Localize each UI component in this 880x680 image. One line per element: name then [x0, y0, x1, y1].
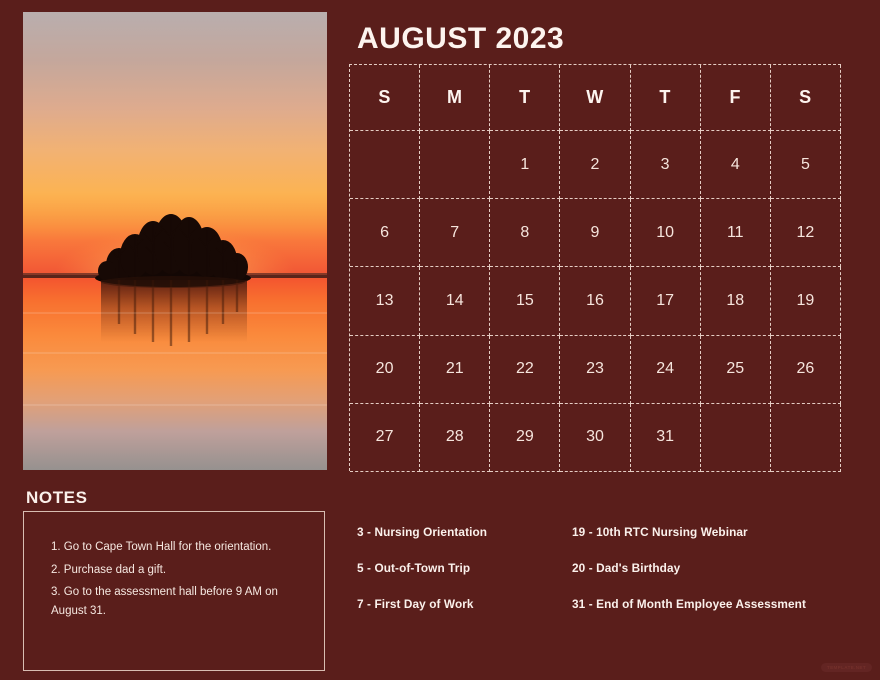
day-header-saturday: S: [770, 65, 841, 131]
left-column: NOTES 1. Go to Cape Town Hall for the or…: [23, 12, 327, 671]
note-item: 3. Go to the assessment hall before 9 AM…: [51, 586, 278, 617]
date-cell[interactable]: 13: [350, 267, 421, 336]
date-cell[interactable]: 7: [420, 199, 491, 268]
date-cell[interactable]: 1: [490, 131, 561, 200]
notes-box: 1. Go to Cape Town Hall for the orientat…: [23, 511, 325, 671]
calendar-grid: S M T W T F S 1 2 3 4 5 6 7 8 9 10 11 12…: [349, 64, 841, 472]
day-header-tuesday: T: [490, 65, 561, 131]
date-cell[interactable]: 15: [490, 267, 561, 336]
date-cell[interactable]: 3: [630, 131, 701, 200]
date-cell[interactable]: 20: [350, 335, 421, 404]
date-cell[interactable]: 2: [560, 131, 631, 200]
events-list: 3 - Nursing Orientation 19 - 10th RTC Nu…: [357, 525, 841, 633]
date-cell[interactable]: 31: [630, 403, 701, 472]
date-cell[interactable]: 4: [700, 131, 771, 200]
event-item: 19 - 10th RTC Nursing Webinar: [572, 525, 748, 539]
date-cell[interactable]: [770, 403, 841, 472]
notes-heading: NOTES: [26, 488, 88, 507]
date-cell[interactable]: 17: [630, 267, 701, 336]
date-cell[interactable]: 27: [350, 403, 421, 472]
date-cell[interactable]: 14: [420, 267, 491, 336]
date-cell[interactable]: 26: [770, 335, 841, 404]
event-item: 20 - Dad's Birthday: [572, 561, 681, 575]
date-cell[interactable]: 29: [490, 403, 561, 472]
watermark-badge: TEMPLATE.NET: [820, 663, 872, 672]
sunset-photo-image: [23, 12, 327, 470]
date-cell[interactable]: 9: [560, 199, 631, 268]
day-header-friday: F: [700, 65, 771, 131]
date-cell[interactable]: [700, 403, 771, 472]
sunset-photo: [23, 12, 327, 470]
event-item: 31 - End of Month Employee Assessment: [572, 597, 807, 611]
day-header-thursday: T: [630, 65, 701, 131]
day-header-wednesday: W: [560, 65, 631, 131]
date-cell[interactable]: 21: [420, 335, 491, 404]
date-cell[interactable]: 18: [700, 267, 771, 336]
note-item: 1. Go to Cape Town Hall for the orientat…: [51, 541, 272, 553]
date-cell[interactable]: 16: [560, 267, 631, 336]
date-cell[interactable]: 30: [560, 403, 631, 472]
date-cell[interactable]: 19: [770, 267, 841, 336]
date-cell[interactable]: 6: [350, 199, 421, 268]
date-cell[interactable]: 5: [770, 131, 841, 200]
day-header-sunday: S: [350, 65, 421, 131]
right-column: AUGUST 2023 S M T W T F S 1 2 3 4 5 6 7 …: [349, 0, 841, 680]
date-cell[interactable]: 12: [770, 199, 841, 268]
event-item: 5 - Out-of-Town Trip: [357, 561, 471, 575]
day-header-monday: M: [420, 65, 491, 131]
date-cell[interactable]: 22: [490, 335, 561, 404]
notes-list: 1. Go to Cape Town Hall for the orientat…: [24, 512, 324, 621]
event-item: 3 - Nursing Orientation: [357, 525, 488, 539]
event-item: 7 - First Day of Work: [357, 597, 474, 611]
date-cell[interactable]: [350, 131, 421, 200]
date-cell[interactable]: 8: [490, 199, 561, 268]
date-cell[interactable]: [420, 131, 491, 200]
date-cell[interactable]: 28: [420, 403, 491, 472]
date-cell[interactable]: 23: [560, 335, 631, 404]
date-cell[interactable]: 25: [700, 335, 771, 404]
date-cell[interactable]: 10: [630, 199, 701, 268]
date-cell[interactable]: 11: [700, 199, 771, 268]
note-item: 2. Purchase dad a gift.: [51, 563, 167, 576]
date-cell[interactable]: 24: [630, 335, 701, 404]
page-title: AUGUST 2023: [357, 22, 565, 55]
